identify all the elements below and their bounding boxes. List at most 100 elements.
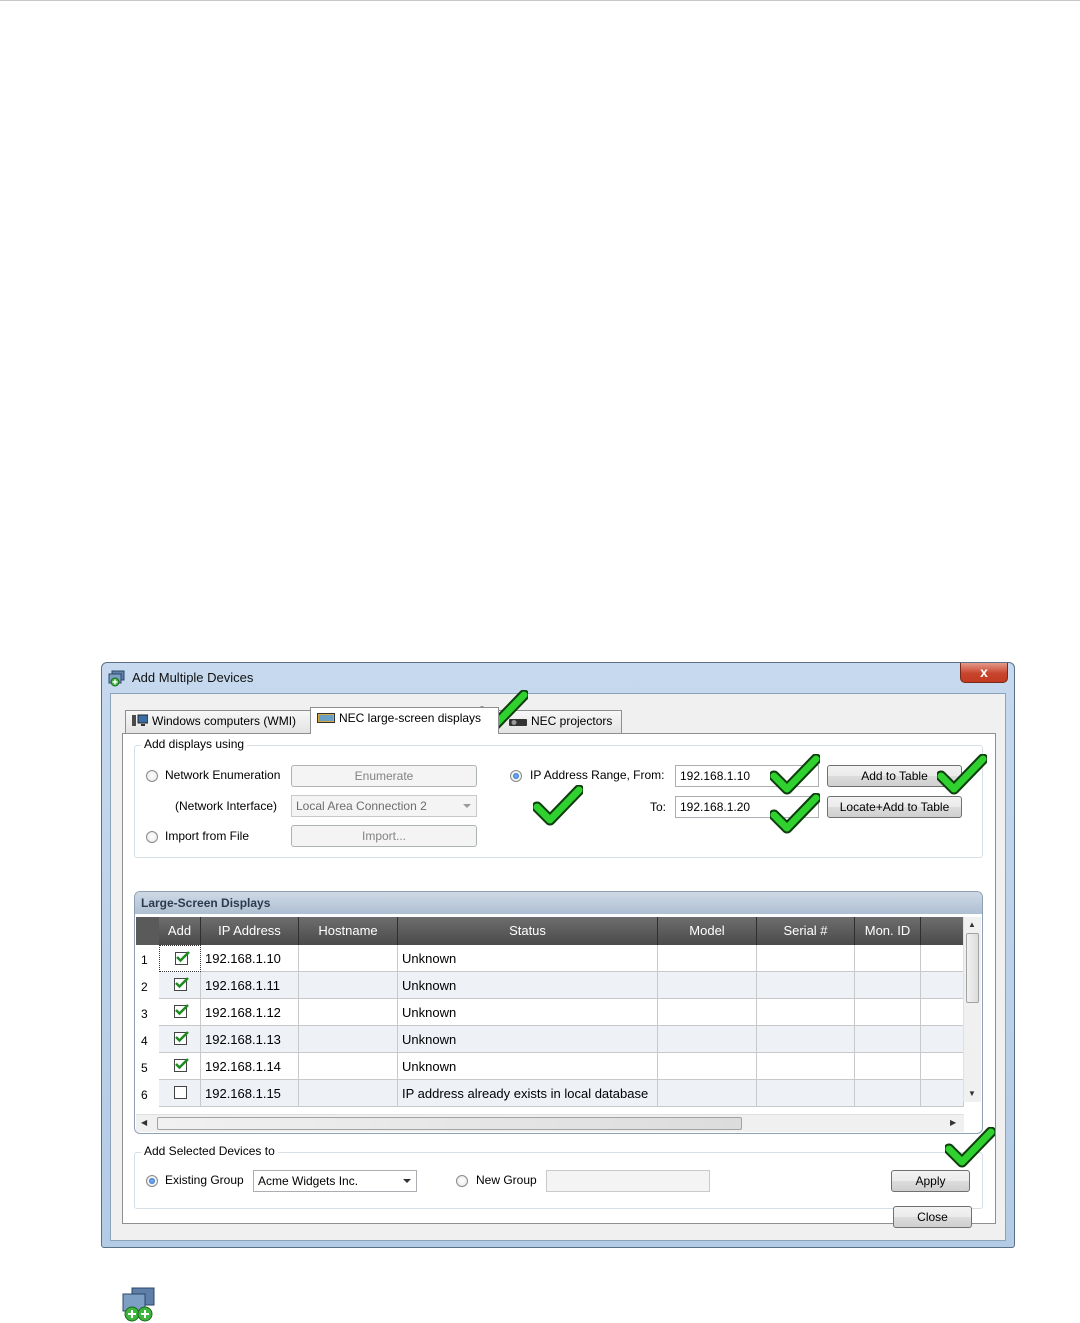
chevron-down-icon [463, 804, 471, 808]
scroll-down-arrow-icon[interactable]: ▼ [968, 1089, 976, 1098]
column-header-serial[interactable]: Serial # [757, 917, 855, 945]
mon-id-cell [855, 1053, 921, 1080]
serial-cell [757, 945, 855, 972]
row-number: 3 [136, 999, 159, 1026]
model-cell [658, 1080, 757, 1107]
scroll-up-arrow-icon[interactable]: ▲ [968, 920, 976, 929]
grid-caption: Large-Screen Displays [135, 892, 982, 914]
table-row[interactable]: 2 192.168.1.11 Unknown [136, 972, 964, 999]
column-header-mon-id[interactable]: Mon. ID [855, 917, 921, 945]
ip-range-radio[interactable] [510, 770, 522, 782]
checked-checkbox[interactable] [174, 977, 189, 991]
table-row[interactable]: 4 192.168.1.13 Unknown [136, 1026, 964, 1053]
scroll-left-arrow-icon[interactable]: ◀ [141, 1118, 147, 1127]
chevron-down-icon [403, 1179, 411, 1183]
status-cell: IP address already exists in local datab… [398, 1080, 658, 1107]
table-row[interactable]: 6 192.168.1.15 IP address already exists i… [136, 1080, 964, 1107]
ip-address-cell: 192.168.1.14 [201, 1053, 299, 1080]
ip-address-cell: 192.168.1.15 [201, 1080, 299, 1107]
filler-cell [921, 1080, 964, 1107]
model-cell [658, 1026, 757, 1053]
checkmark-icon [176, 951, 190, 963]
model-cell [658, 999, 757, 1026]
dialog-client-area: Windows computers (WMI) NEC large-screen… [110, 693, 1006, 1241]
add-cell[interactable] [159, 999, 201, 1026]
display-icon [317, 713, 335, 723]
enumerate-button[interactable]: Enumerate [291, 765, 477, 787]
add-cell[interactable] [159, 1053, 201, 1080]
ip-range-label: IP Address Range, From: [530, 768, 665, 782]
network-interface-select[interactable]: Local Area Connection 2 [291, 795, 477, 817]
hostname-cell [299, 999, 398, 1026]
window-title: Add Multiple Devices [132, 670, 254, 685]
checkmark-icon [175, 977, 189, 989]
import-button[interactable]: Import... [291, 825, 477, 847]
grid-vertical-scrollbar[interactable]: ▲ ▼ [963, 917, 981, 1102]
column-header-model[interactable]: Model [658, 917, 757, 945]
serial-cell [757, 1053, 855, 1080]
model-cell [658, 1053, 757, 1080]
table-row[interactable]: 1 192.168.1.10 Unknown [136, 945, 964, 972]
existing-group-select[interactable]: Acme Widgets Inc. [253, 1170, 417, 1192]
close-button[interactable]: Close [893, 1206, 972, 1228]
checked-checkbox[interactable] [174, 1004, 189, 1018]
existing-group-value: Acme Widgets Inc. [258, 1174, 359, 1188]
checkmark-icon [175, 1004, 189, 1016]
column-header-ip-address[interactable]: IP Address [201, 917, 299, 945]
add-selected-legend: Add Selected Devices to [141, 1144, 278, 1158]
horizontal-scroll-thumb[interactable] [157, 1117, 742, 1130]
mon-id-cell [855, 1080, 921, 1107]
tab-windows-computers[interactable]: Windows computers (WMI) [125, 710, 311, 733]
check-annotation-icon [531, 784, 585, 827]
add-cell[interactable] [159, 1026, 201, 1053]
existing-group-radio[interactable] [146, 1175, 158, 1187]
ip-address-cell: 192.168.1.10 [201, 945, 299, 972]
model-cell [658, 972, 757, 999]
table-row[interactable]: 5 192.168.1.14 Unknown [136, 1053, 964, 1080]
unchecked-checkbox[interactable] [174, 1086, 187, 1099]
row-number: 4 [136, 1026, 159, 1053]
filler-cell [921, 972, 964, 999]
table-row[interactable]: 3 192.168.1.12 Unknown [136, 999, 964, 1026]
status-cell: Unknown [398, 945, 658, 972]
window-close-button[interactable]: x [960, 663, 1008, 683]
mon-id-cell [855, 945, 921, 972]
new-group-input[interactable] [546, 1170, 710, 1192]
add-selected-devices-group: Add Selected Devices to Existing Group A… [134, 1144, 983, 1209]
checkmark-icon [175, 1031, 189, 1043]
add-displays-legend: Add displays using [141, 737, 248, 751]
add-cell[interactable] [159, 972, 201, 999]
check-annotation-icon [935, 753, 989, 796]
column-header-add[interactable]: Add [159, 917, 201, 945]
checkmark-icon [175, 1058, 189, 1070]
ip-address-cell: 192.168.1.13 [201, 1026, 299, 1053]
vertical-scroll-thumb[interactable] [966, 933, 979, 1003]
row-number: 6 [136, 1080, 159, 1107]
title-bar[interactable]: Add Multiple Devices x [102, 663, 1014, 693]
serial-cell [757, 972, 855, 999]
network-enumeration-radio[interactable] [146, 770, 158, 782]
column-header-hostname[interactable]: Hostname [299, 917, 398, 945]
add-cell[interactable] [159, 1080, 201, 1107]
apply-button[interactable]: Apply [891, 1170, 970, 1192]
column-header-status[interactable]: Status [398, 917, 658, 945]
serial-cell [757, 1080, 855, 1107]
ip-address-cell: 192.168.1.12 [201, 999, 299, 1026]
grid-horizontal-scrollbar[interactable]: ◀ ▶ [136, 1114, 964, 1132]
checked-checkbox[interactable] [175, 951, 190, 965]
import-from-file-label: Import from File [165, 829, 250, 843]
checked-checkbox[interactable] [174, 1058, 189, 1072]
scroll-right-arrow-icon[interactable]: ▶ [950, 1118, 956, 1127]
computer-icon [132, 714, 148, 726]
status-cell: Unknown [398, 1053, 658, 1080]
checked-checkbox[interactable] [174, 1031, 189, 1045]
mon-id-cell [855, 972, 921, 999]
tab-nec-large-screen-displays[interactable]: NEC large-screen displays [310, 707, 499, 734]
import-from-file-radio[interactable] [146, 831, 158, 843]
new-group-radio[interactable] [456, 1175, 468, 1187]
status-cell: Unknown [398, 1026, 658, 1053]
row-number: 5 [136, 1053, 159, 1080]
filler-cell [921, 999, 964, 1026]
add-cell[interactable] [159, 945, 201, 972]
locate-add-to-table-button[interactable]: Locate+Add to Table [827, 796, 962, 818]
